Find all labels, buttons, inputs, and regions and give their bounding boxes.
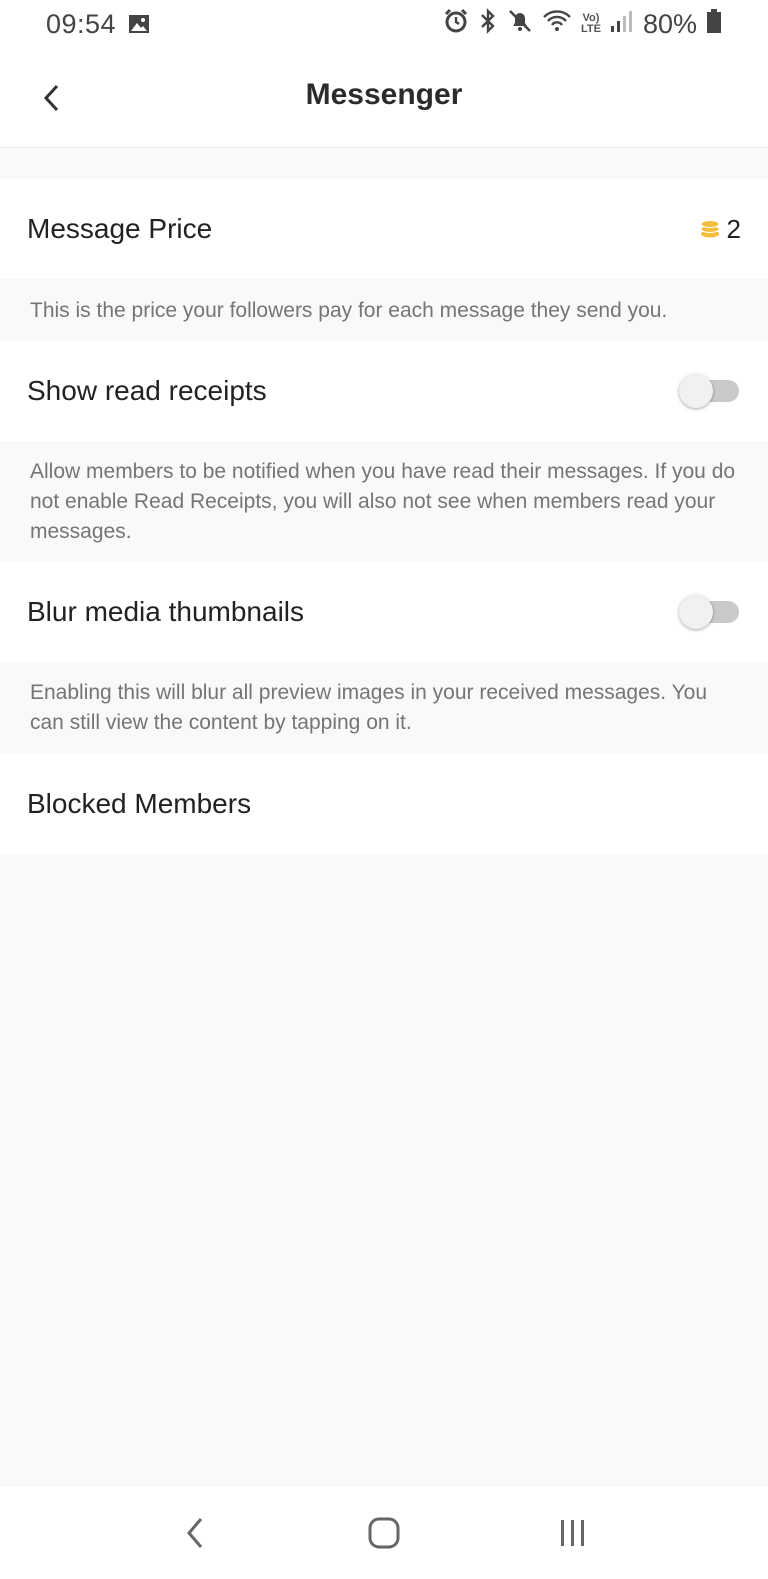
blur-media-row: Blur media thumbnails (0, 562, 768, 662)
read-receipts-description: Allow members to be notified when you ha… (30, 460, 736, 543)
wifi-icon (542, 8, 572, 41)
status-time: 09:54 (46, 8, 117, 39)
blur-media-description: Enabling this will blur all preview imag… (30, 681, 708, 734)
nav-home-button[interactable] (354, 1503, 414, 1563)
bluetooth-icon (478, 7, 498, 41)
nav-home-icon (368, 1517, 400, 1549)
toggle-thumb (679, 595, 713, 629)
signal-icon (610, 9, 632, 40)
system-nav-bar (0, 1487, 768, 1579)
message-price-description: This is the price your followers pay for… (30, 299, 668, 322)
read-receipts-toggle[interactable] (679, 374, 741, 408)
message-price-row[interactable]: Message Price 2 (0, 179, 768, 279)
blur-media-label: Blur media thumbnails (27, 596, 305, 627)
lte-label: LTE (580, 23, 601, 35)
toggle-thumb (679, 374, 713, 408)
read-receipts-label: Show read receipts (27, 375, 267, 406)
blocked-members-row[interactable]: Blocked Members (0, 754, 768, 854)
blocked-members-label: Blocked Members (27, 788, 252, 819)
volte-indicator: Vo) LTE (581, 13, 601, 35)
nav-back-icon (186, 1518, 202, 1548)
coins-icon (700, 220, 720, 238)
alarm-icon (443, 8, 469, 41)
message-price-label: Message Price (27, 213, 213, 244)
nav-back-button[interactable] (165, 1503, 225, 1563)
gallery-icon (128, 14, 150, 34)
status-bar: 09:54 Vo) LTE 80% (0, 0, 768, 48)
message-price-value: 2 (699, 214, 741, 245)
messenger-settings-screen: 09:54 Vo) LTE 80% Messenger Message Pric… (0, 0, 768, 1579)
nav-recents-icon (561, 1520, 585, 1546)
message-price-amount: 2 (726, 213, 741, 244)
page-title: Messenger (305, 78, 463, 111)
blur-media-toggle[interactable] (679, 595, 741, 629)
mute-icon (507, 8, 533, 41)
nav-recents-button[interactable] (543, 1503, 603, 1563)
battery-percent: 80% (642, 8, 697, 39)
battery-icon (706, 8, 722, 41)
read-receipts-row: Show read receipts (0, 341, 768, 441)
app-bar: Messenger (0, 48, 768, 148)
status-icons: Vo) LTE 80% (443, 7, 722, 41)
